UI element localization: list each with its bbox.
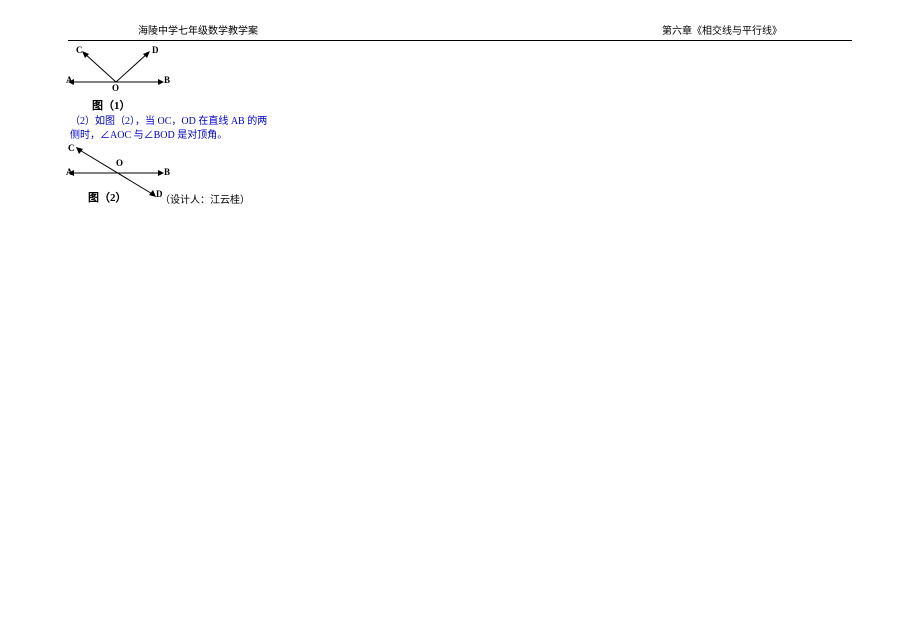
page-header: 海陵中学七年级数学教学案 第六章《相交线与平行线》: [68, 0, 852, 41]
header-left-text: 海陵中学七年级数学教学案: [138, 22, 258, 37]
paragraph-text: （2）如图（2），当 OC，OD 在直线 AB 的两侧时，∠AOC 与∠BOD …: [70, 115, 270, 143]
fig2-label-c: C: [68, 143, 75, 153]
fig2-label-b: B: [164, 167, 170, 177]
figure-2: A B C D O 图（2）: [66, 145, 176, 201]
designer-text: （设计人：江云桂）: [160, 191, 850, 206]
figure-1-caption: 图（1）: [92, 97, 850, 113]
fig1-label-a: A: [66, 75, 73, 85]
header-right-text: 第六章《相交线与平行线》: [662, 22, 782, 37]
fig1-label-d: D: [152, 45, 159, 55]
fig2-label-d: D: [156, 189, 163, 199]
fig1-label-c: C: [76, 45, 83, 55]
fig2-label-a: A: [66, 167, 73, 177]
figure-1: A B C D O: [66, 47, 176, 97]
figure-1-svg: [66, 47, 176, 97]
fig2-label-o: O: [116, 158, 123, 168]
page-content: A B C D O 图（1） （2）如图（2），当 OC，OD 在直线 AB 的…: [0, 41, 920, 212]
figure-2-caption: 图（2）: [88, 189, 127, 205]
fig1-label-b: B: [164, 75, 170, 85]
fig1-label-o: O: [112, 83, 119, 93]
